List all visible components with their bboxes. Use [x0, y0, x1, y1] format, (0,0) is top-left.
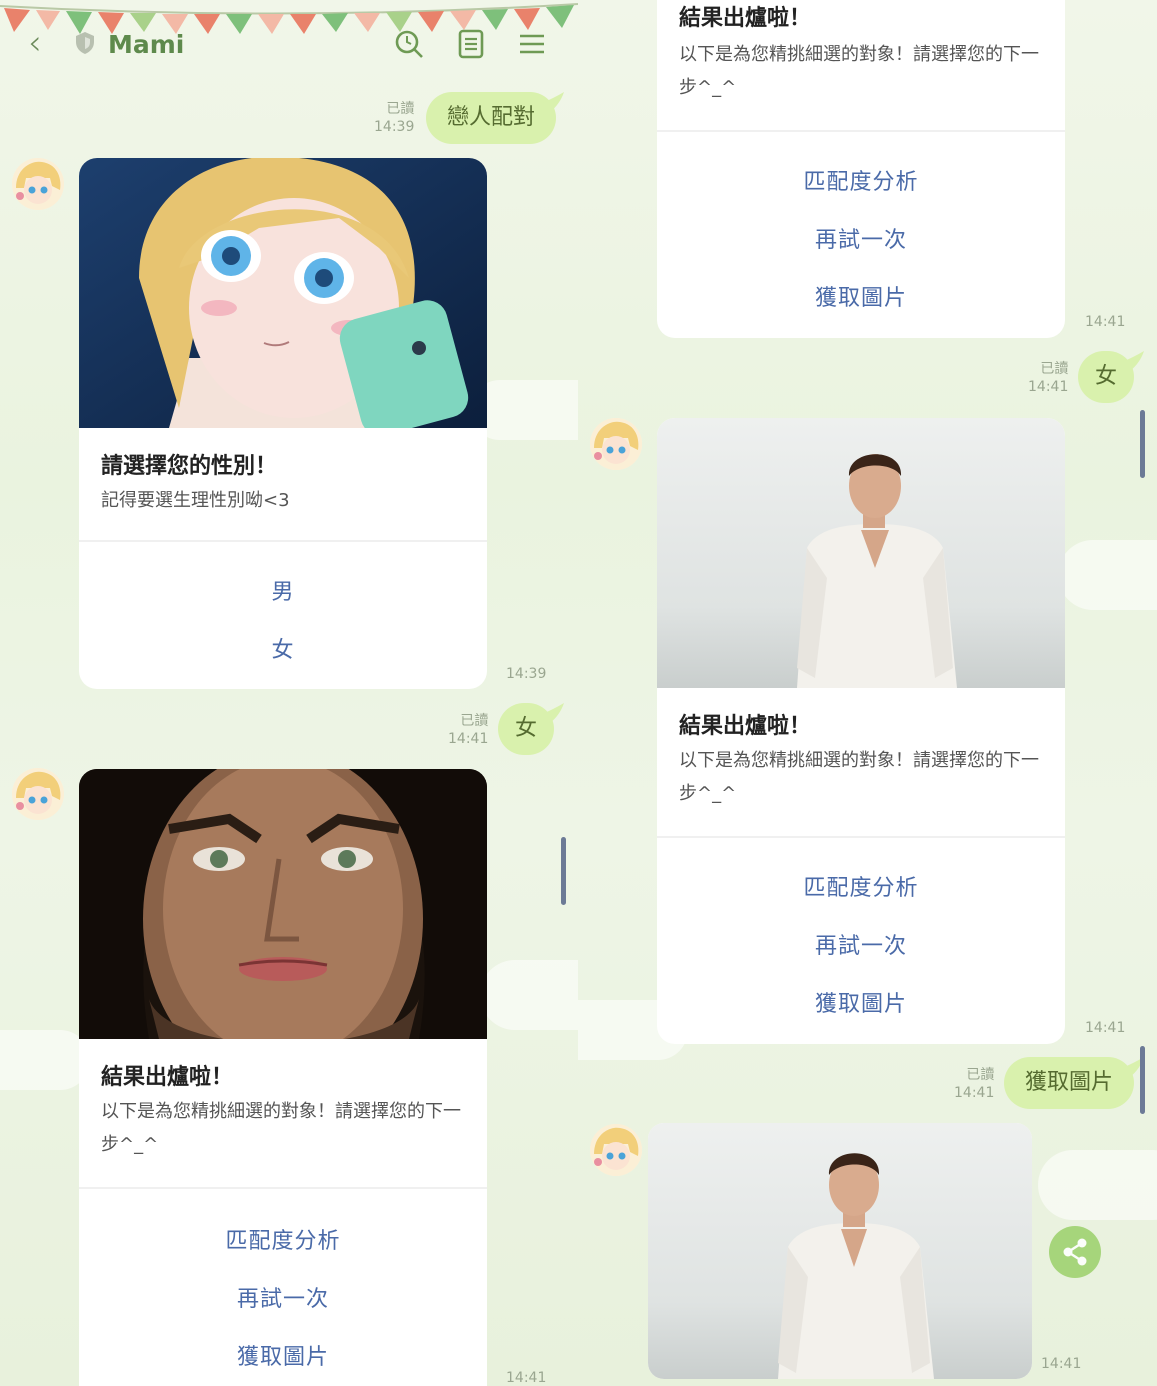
- get-image-button[interactable]: 獲取圖片: [657, 280, 1065, 312]
- message-time: 14:41: [1041, 1356, 1082, 1372]
- scrollbar[interactable]: [1140, 1046, 1145, 1114]
- scrollbar[interactable]: [561, 837, 566, 905]
- bot-avatar[interactable]: [590, 418, 642, 470]
- option-female-button[interactable]: 女: [79, 632, 487, 664]
- chat-header: ‹ Mami: [0, 0, 578, 84]
- read-status: 已讀 14:39: [374, 101, 415, 135]
- get-image-button[interactable]: 獲取圖片: [657, 986, 1065, 1018]
- image-message[interactable]: [648, 1123, 1032, 1379]
- read-status: 已讀 14:41: [1028, 361, 1069, 395]
- card-subtitle: 以下是為您精挑細選的對象！請選擇您的下一步^_^: [101, 1101, 461, 1155]
- try-again-button[interactable]: 再試一次: [657, 928, 1065, 960]
- search-icon[interactable]: [393, 28, 425, 60]
- read-status: 已讀 14:41: [954, 1067, 995, 1101]
- card-title: 結果出爐啦！: [101, 1065, 234, 1090]
- card-divider: [79, 540, 487, 542]
- message-time: 14:39: [506, 666, 547, 682]
- result-card: 結果出爐啦！ 以下是為您精挑細選的對象！請選擇您的下一步^_^ 匹配度分析 再試…: [79, 769, 487, 1386]
- bot-avatar[interactable]: [590, 1124, 642, 1176]
- bubble-tail: [540, 92, 564, 112]
- message-time: 14:41: [1085, 1020, 1126, 1036]
- result-card: 結果出爐啦！ 以下是為您精挑細選的對象！請選擇您的下一步^_^ 匹配度分析 再試…: [657, 418, 1065, 1044]
- bot-avatar[interactable]: [12, 768, 64, 820]
- bubble-tail: [540, 703, 564, 723]
- bearded-man-image: [79, 769, 487, 1039]
- card-title: 結果出爐啦！: [679, 6, 812, 31]
- card-subtitle: 記得要選生理性別呦<3: [101, 490, 290, 511]
- card-subtitle: 以下是為您精挑細選的對象！請選擇您的下一步^_^: [679, 750, 1039, 804]
- card-subtitle: 以下是為您精挑細選的對象！請選擇您的下一步^_^: [679, 44, 1039, 98]
- anime-girl-image: [79, 158, 487, 428]
- chat-panel-left[interactable]: ‹ Mami 已讀 14:39 戀人配對 請選擇您的性別！ 記得要選生理性別呦<…: [0, 0, 578, 1386]
- message-time: 14:41: [1085, 314, 1126, 330]
- shield-icon: [76, 32, 94, 54]
- match-analysis-button[interactable]: 匹配度分析: [79, 1223, 487, 1255]
- gender-card: 請選擇您的性別！ 記得要選生理性別呦<3 男 女: [79, 158, 487, 689]
- chat-title: Mami: [108, 30, 185, 59]
- try-again-button[interactable]: 再試一次: [657, 222, 1065, 254]
- get-image-button[interactable]: 獲取圖片: [79, 1339, 487, 1371]
- card-title: 請選擇您的性別！: [101, 454, 278, 479]
- menu-icon[interactable]: [516, 28, 548, 60]
- back-icon[interactable]: ‹: [28, 26, 42, 60]
- notes-icon[interactable]: [455, 28, 487, 60]
- result-card: 結果出爐啦！ 以下是為您精挑細選的對象！請選擇您的下一步^_^ 匹配度分析 再試…: [657, 0, 1065, 338]
- card-divider: [79, 1187, 487, 1189]
- user-message-bubble: 戀人配對: [426, 92, 556, 144]
- scrollbar[interactable]: [1140, 410, 1145, 478]
- share-button[interactable]: [1049, 1226, 1101, 1278]
- share-icon: [1063, 1238, 1087, 1266]
- chat-panel-right[interactable]: 結果出爐啦！ 以下是為您精挑細選的對象！請選擇您的下一步^_^ 匹配度分析 再試…: [578, 0, 1157, 1386]
- bubble-tail: [1120, 351, 1144, 371]
- message-time: 14:41: [506, 1370, 547, 1386]
- bot-avatar[interactable]: [12, 158, 64, 210]
- user-message-bubble: 獲取圖片: [1004, 1057, 1134, 1109]
- man-white-shirt-image: [648, 1123, 1032, 1379]
- card-divider: [657, 130, 1065, 132]
- try-again-button[interactable]: 再試一次: [79, 1281, 487, 1313]
- option-male-button[interactable]: 男: [79, 574, 487, 606]
- match-analysis-button[interactable]: 匹配度分析: [657, 870, 1065, 902]
- card-divider: [657, 836, 1065, 838]
- man-white-shirt-image: [657, 418, 1065, 688]
- read-status: 已讀 14:41: [448, 713, 489, 747]
- match-analysis-button[interactable]: 匹配度分析: [657, 164, 1065, 196]
- card-title: 結果出爐啦！: [679, 714, 812, 739]
